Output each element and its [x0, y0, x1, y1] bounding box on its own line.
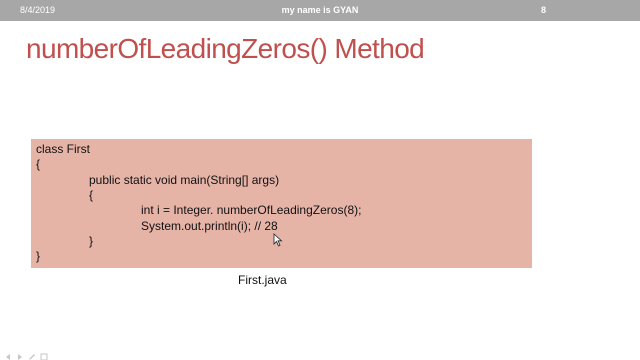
slideshow-controls: [4, 348, 48, 360]
slide: 8/4/2019 my name is GYAN 8 numberOfLeadi…: [0, 0, 640, 360]
pen-icon[interactable]: [28, 348, 36, 360]
code-line: class First: [36, 142, 90, 156]
code-block: class First { public static void main(St…: [31, 139, 532, 268]
mouse-pointer-icon: [273, 233, 283, 247]
file-name-caption: First.java: [238, 273, 287, 287]
slide-title: numberOfLeadingZeros() Method: [26, 33, 425, 64]
next-slide-icon[interactable]: [16, 348, 24, 360]
code-line: }: [89, 234, 94, 248]
previous-slide-icon[interactable]: [4, 348, 12, 360]
code-line: }: [36, 249, 41, 263]
slide-header-bar: 8/4/2019 my name is GYAN 8: [0, 0, 640, 21]
code-line: {: [36, 157, 41, 171]
code-line: public static void main(String[] args): [89, 173, 280, 187]
code-line: {: [89, 188, 94, 202]
slide-menu-icon[interactable]: [40, 348, 48, 360]
slide-page-number: 8: [541, 5, 547, 15]
code-line: int i = Integer. numberOfLeadingZeros(8)…: [141, 203, 362, 217]
code-line: System.out.println(i); // 28: [141, 219, 278, 233]
